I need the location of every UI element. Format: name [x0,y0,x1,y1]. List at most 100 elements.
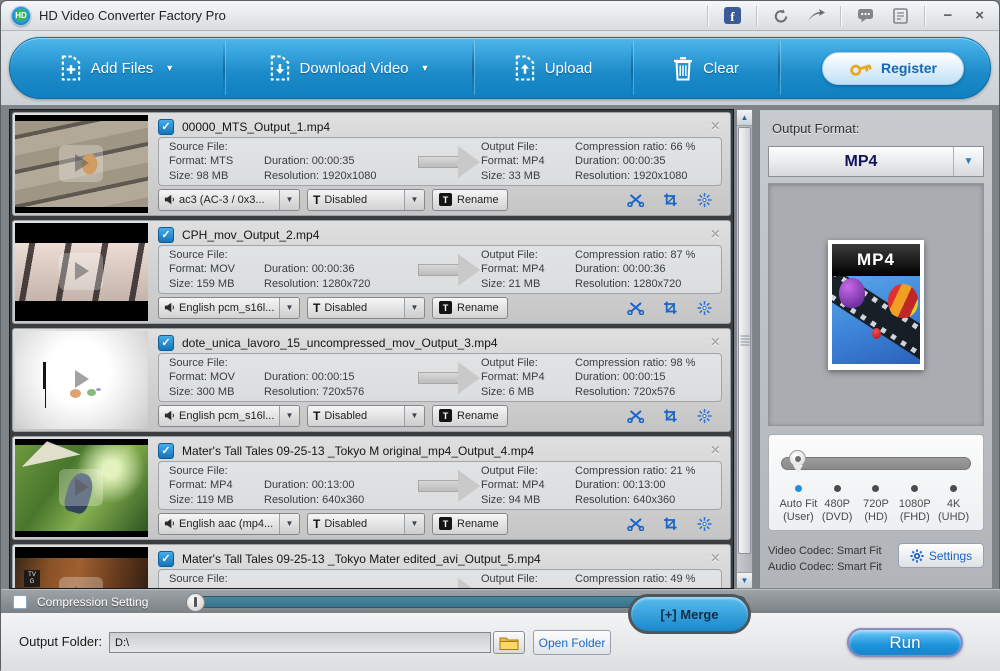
scroll-down-button[interactable]: ▼ [737,572,752,588]
source-duration: Duration: 00:13:00 [264,479,417,492]
rename-button[interactable]: T Rename [432,297,508,319]
effects-spark-icon[interactable] [697,517,712,531]
compression-setting-checkbox[interactable] [13,595,27,609]
remove-item-icon[interactable]: × [709,335,722,351]
video-thumbnail[interactable] [15,331,148,429]
rename-button[interactable]: T Rename [432,513,508,535]
effects-spark-icon[interactable] [697,193,712,207]
rename-button[interactable]: T Rename [432,189,508,211]
open-folder-button[interactable]: Open Folder [533,630,611,655]
crop-icon[interactable] [663,517,678,531]
remove-item-icon[interactable]: × [709,443,722,459]
play-overlay-icon [59,469,103,506]
source-format: Format: MOV [169,371,264,384]
output-file-label: Output File: [481,141,575,154]
output-size: Size: 94 MB [481,494,575,507]
item-checkbox[interactable]: ✓ [158,227,174,243]
item-checkbox[interactable]: ✓ [158,335,174,351]
source-format: Format: MP4 [169,479,264,492]
video-thumbnail[interactable]: TVG [15,547,148,589]
file-info-box: Source File: Format: MP4 Size: 119 MB Du… [158,461,722,510]
audio-track-dropdown[interactable]: English aac (mp4... ▼ [158,513,300,535]
undo-icon[interactable] [770,6,792,26]
quality-slider-track[interactable] [781,457,971,470]
output-duration: Duration: 00:00:35 [575,155,734,168]
conversion-arrow-icon [417,146,481,178]
scroll-up-button[interactable]: ▲ [737,110,752,126]
preset-480p[interactable]: 480P(DVD) [818,485,857,524]
add-file-icon [59,55,82,81]
trim-scissors-icon[interactable] [627,517,644,531]
subtitle-t-icon: T [313,301,320,315]
run-button[interactable]: Run [847,628,963,657]
add-files-button[interactable]: Add Files ▼ [10,38,223,98]
remove-item-icon[interactable]: × [709,551,722,567]
remove-item-icon[interactable]: × [709,119,722,135]
titlebar-separator [707,6,708,26]
rename-button[interactable]: T Rename [432,405,508,427]
settings-button[interactable]: Settings [898,543,984,568]
audio-track-dropdown[interactable]: ac3 (AC-3 / 0x3... ▼ [158,189,300,211]
download-video-button[interactable]: Download Video ▼ [225,38,472,98]
effects-spark-icon[interactable] [697,409,712,423]
source-resolution: Resolution: 1920x1080 [264,170,417,183]
clear-button[interactable]: Clear [633,38,778,98]
register-button[interactable]: Register [822,52,964,85]
rename-label: Rename [457,410,499,422]
compression-ratio: Compression ratio: 98 % [575,357,734,370]
close-button[interactable]: × [970,7,989,24]
quality-slider-pin[interactable] [789,450,806,467]
item-checkbox[interactable]: ✓ [158,119,174,135]
merge-button[interactable]: [+] Merge [628,594,751,634]
trim-scissors-icon[interactable] [627,409,644,423]
preset-1080p[interactable]: 1080P(FHD) [895,485,934,524]
quality-preset-box: Auto Fit(User) 480P(DVD) 720P(HD) 1080P(… [768,434,984,531]
video-thumbnail[interactable] [15,439,148,537]
video-list-item: ✓ CPH_mov_Output_2.mp4 × Source File: Fo… [12,220,731,324]
item-checkbox[interactable]: ✓ [158,443,174,459]
format-selected-value: MP4 [769,153,953,171]
crop-icon[interactable] [663,409,678,423]
source-duration: Duration: 00:00:36 [264,263,417,276]
browse-folder-button[interactable] [493,631,525,654]
facebook-icon[interactable]: f [721,6,743,26]
audio-track-dropdown[interactable]: English pcm_s16l... ▼ [158,297,300,319]
remove-item-icon[interactable]: × [709,227,722,243]
preset-4k[interactable]: 4K(UHD) [934,485,973,524]
subtitle-dropdown[interactable]: T Disabled ▼ [307,513,425,535]
preset-720p[interactable]: 720P(HD) [857,485,896,524]
share-arrow-icon[interactable] [805,6,827,26]
effects-spark-icon[interactable] [697,301,712,315]
preset-auto-fit[interactable]: Auto Fit(User) [779,485,818,524]
trim-scissors-icon[interactable] [627,301,644,315]
settings-label: Settings [929,549,972,563]
scrollbar-thumb[interactable] [738,127,751,554]
compression-slider-handle[interactable] [186,593,205,612]
subtitle-value: Disabled [324,518,400,530]
item-checkbox[interactable]: ✓ [158,551,174,567]
audio-track-dropdown[interactable]: English pcm_s16l... ▼ [158,405,300,427]
key-icon [847,56,875,80]
output-format: Format: MP4 [481,263,575,276]
audio-track-value: English pcm_s16l... [179,302,275,314]
crop-icon[interactable] [663,301,678,315]
subtitle-dropdown[interactable]: T Disabled ▼ [307,405,425,427]
upload-button[interactable]: Upload [474,38,631,98]
log-document-icon[interactable] [889,6,911,26]
output-folder-input[interactable] [109,632,491,653]
subtitle-dropdown[interactable]: T Disabled ▼ [307,189,425,211]
video-thumbnail[interactable] [15,223,148,321]
trim-scissors-icon[interactable] [627,193,644,207]
crop-icon[interactable] [663,193,678,207]
output-size: Size: 6 MB [481,386,575,399]
video-thumbnail[interactable] [15,115,148,213]
source-size: Size: 300 MB [169,386,264,399]
subtitle-dropdown[interactable]: T Disabled ▼ [307,297,425,319]
format-select-dropdown[interactable]: MP4 ▼ [768,146,984,177]
list-scrollbar[interactable]: ▲ ▼ [736,109,753,589]
minimize-button[interactable]: − [938,7,957,24]
file-info-box: Source File: Format: MOV Size: 159 MB Du… [158,245,722,294]
compression-bar: Compression Setting [1,589,1000,613]
feedback-chat-icon[interactable] [854,6,876,26]
mp4-logo-text: MP4 [832,244,920,276]
